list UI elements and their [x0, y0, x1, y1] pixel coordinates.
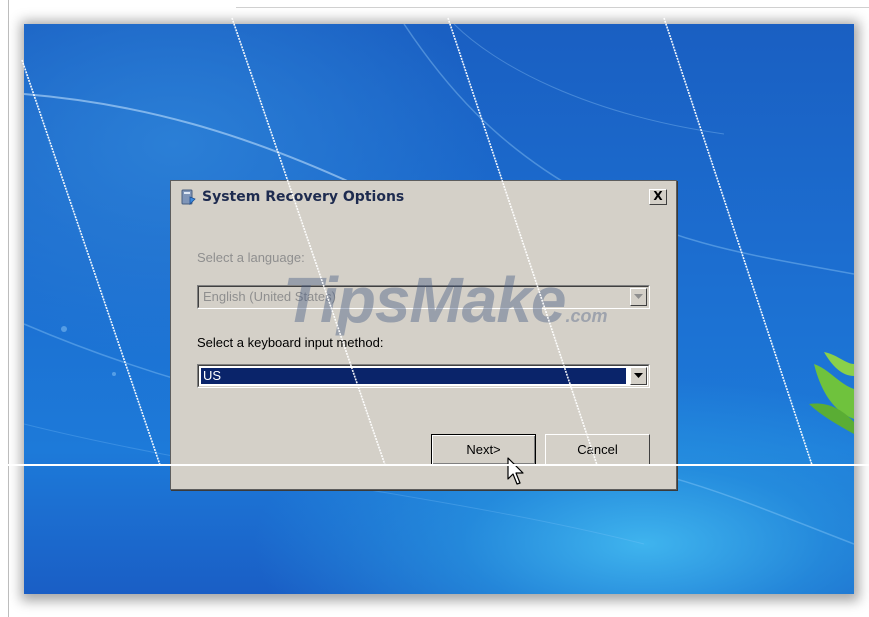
screenshot-page: System Recovery Options X Select a langu…: [0, 0, 869, 617]
scan-artifact-lines: [8, 17, 869, 466]
